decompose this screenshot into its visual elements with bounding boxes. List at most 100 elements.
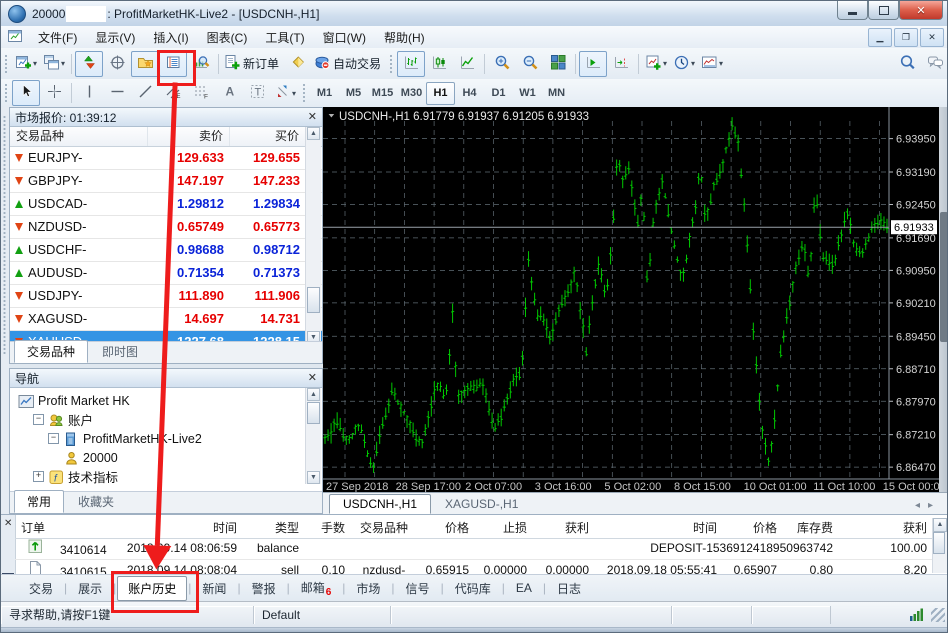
child-minimize-button[interactable]: ▁ — [868, 28, 892, 47]
toolbar-new-order-button[interactable]: 新订单 — [222, 51, 284, 77]
terminal-tab-邮箱[interactable]: 邮箱6 — [291, 576, 342, 601]
column-header[interactable]: 卖价 — [148, 127, 230, 146]
toolbar-equidistant-channel-button[interactable]: E — [159, 80, 187, 106]
timeframe-h1-button[interactable]: H1 — [426, 82, 455, 105]
market-watch-close-icon[interactable]: ✕ — [308, 112, 317, 122]
toolbar-chart-shift-button[interactable] — [607, 51, 635, 77]
menu-窗口W[interactable]: 窗口(W) — [314, 26, 375, 49]
terminal-tab-代码库[interactable]: 代码库 — [445, 577, 501, 600]
toolbar-horizontal-line-button[interactable] — [103, 80, 131, 106]
terminal-column-header[interactable]: 库存费 — [783, 518, 839, 538]
terminal-column-header[interactable]: 订单 — [15, 518, 105, 538]
toolbar-vertical-line-button[interactable] — [75, 80, 103, 106]
collapse-icon[interactable]: − — [33, 414, 44, 425]
market-watch-row-audusd[interactable]: AUDUSD-0.713540.71373 — [10, 262, 322, 285]
terminal-column-header[interactable]: 止损 — [475, 518, 533, 538]
toolbar-tile-windows-button[interactable] — [544, 51, 572, 77]
toolbar-metaeditor-button[interactable] — [284, 51, 312, 77]
toolbar-chat-button[interactable] — [921, 51, 948, 77]
resize-grip[interactable] — [931, 608, 945, 622]
toolbar-profiles-button[interactable]: ▾ — [40, 51, 68, 77]
timeframe-m1-button[interactable]: M1 — [310, 82, 339, 105]
toolbar-data-window-button[interactable] — [103, 51, 131, 77]
toolbar-text-label-button[interactable]: T — [243, 80, 271, 106]
scroll-up-icon[interactable]: ▲ — [307, 127, 320, 140]
terminal-close-icon[interactable]: ✕ — [4, 518, 12, 529]
toolbar-bar-chart-button[interactable] — [397, 51, 425, 77]
terminal-tab-新闻[interactable]: 新闻 — [192, 577, 236, 600]
menu-插入I[interactable]: 插入(I) — [144, 26, 197, 49]
market-watch-scrollbar[interactable]: ▲ ▼ — [305, 127, 321, 344]
dropdown-caret-icon[interactable]: ▾ — [33, 59, 37, 68]
collapse-icon[interactable]: − — [48, 433, 59, 444]
terminal-column-header[interactable]: 获利 — [839, 518, 933, 538]
toolbar-autotrading-button[interactable]: 自动交易 — [312, 51, 386, 77]
terminal-tab-账户历史[interactable]: 账户历史 — [117, 576, 187, 601]
toolbar-market-watch-button[interactable] — [75, 51, 103, 77]
column-header[interactable]: 交易品种 — [10, 127, 148, 146]
navigator-close-icon[interactable]: ✕ — [308, 373, 317, 383]
timeframe-d1-button[interactable]: D1 — [484, 82, 513, 105]
scroll-up-icon[interactable]: ▲ — [933, 518, 947, 532]
navigator-node-账户[interactable]: −账户 — [14, 410, 322, 429]
dock-handle[interactable] — [1, 107, 9, 514]
toolbar-fibonacci-button[interactable]: F — [187, 80, 215, 106]
terminal-tab-ea[interactable]: EA — [506, 578, 542, 598]
market-watch-row-eurjpy[interactable]: EURJPY-129.633129.655 — [10, 147, 322, 170]
market-watch-tab-tick-chart[interactable]: 即时图 — [89, 340, 151, 363]
child-close-button[interactable]: ✕ — [920, 28, 944, 47]
terminal-tab-市场[interactable]: 市场 — [346, 577, 390, 600]
expand-icon[interactable]: + — [33, 471, 44, 482]
terminal-header-row[interactable]: 订单时间类型手数交易品种价格止损获利时间价格库存费获利 — [15, 518, 933, 539]
close-button[interactable]: ✕ — [899, 1, 943, 20]
navigator-node-20000[interactable]: 20000 — [14, 448, 322, 467]
toolbar-arrows-tool-button[interactable]: ▾ — [271, 80, 299, 106]
toolbar-zoom-out-button[interactable] — [516, 51, 544, 77]
terminal-history-row[interactable]: 34106142018.09.14 08:06:59balanceDEPOSIT… — [15, 538, 933, 560]
menu-显示V[interactable]: 显示(V) — [86, 26, 144, 49]
dropdown-caret-icon[interactable]: ▾ — [719, 59, 723, 68]
dropdown-caret-icon[interactable]: ▾ — [292, 89, 296, 98]
toolbar-periods-button[interactable]: ▾ — [670, 51, 698, 77]
terminal-tab-展示[interactable]: 展示 — [68, 577, 112, 600]
toolbar-auto-scroll-button[interactable] — [579, 51, 607, 77]
market-watch-row-nzdusd[interactable]: NZDUSD-0.657490.65773 — [10, 216, 322, 239]
terminal-scrollbar[interactable]: ▲ — [932, 518, 947, 573]
timeframe-w1-button[interactable]: W1 — [513, 82, 542, 105]
dropdown-caret-icon[interactable]: ▾ — [663, 59, 667, 68]
terminal-tab-信号[interactable]: 信号 — [396, 577, 440, 600]
column-header[interactable]: 买价 — [230, 127, 306, 146]
terminal-history-row[interactable]: 34106152018.09.14 08:08:04sell0.10nzdusd… — [15, 560, 933, 575]
toolbar-line-chart-button[interactable] — [453, 51, 481, 77]
timeframe-m30-button[interactable]: M30 — [397, 82, 426, 105]
market-watch-tab-symbols[interactable]: 交易品种 — [14, 340, 88, 363]
title-bar[interactable]: 20000 : ProfitMarketHK-Live2 - [USDCNH-,… — [1, 1, 948, 27]
toolbar-search-button[interactable] — [893, 51, 921, 77]
toolbar-cursor-button[interactable] — [12, 80, 40, 106]
terminal-column-header[interactable]: 时间 — [105, 518, 243, 538]
timeframe-m5-button[interactable]: M5 — [339, 82, 368, 105]
market-watch-row-usdcad[interactable]: USDCAD-1.298121.29834 — [10, 193, 322, 216]
terminal-column-header[interactable]: 价格 — [417, 518, 475, 538]
menu-图表C[interactable]: 图表(C) — [198, 26, 257, 49]
status-profile[interactable]: Default — [254, 606, 391, 624]
market-watch-header[interactable]: 市场报价: 01:39:12 ✕ — [10, 108, 322, 127]
terminal-tab-交易[interactable]: 交易 — [19, 577, 63, 600]
timeframe-h4-button[interactable]: H4 — [455, 82, 484, 105]
navigator-node-技术指标[interactable]: +f技术指标 — [14, 467, 322, 486]
toolbar-terminal-button[interactable] — [159, 51, 187, 77]
terminal-column-header[interactable]: 类型 — [243, 518, 305, 538]
timeframe-m15-button[interactable]: M15 — [368, 82, 397, 105]
market-watch-row-gbpjpy[interactable]: GBPJPY-147.197147.233 — [10, 170, 322, 193]
toolbar-indicators-button[interactable]: ▾ — [642, 51, 670, 77]
chart-tab-scroll-arrows[interactable]: ◂▸ — [915, 500, 948, 511]
terminal-column-header[interactable]: 手数 — [305, 518, 351, 538]
terminal-column-header[interactable]: 价格 — [723, 518, 783, 538]
navigator-tab-common[interactable]: 常用 — [14, 490, 64, 513]
navigator-header[interactable]: 导航 ✕ — [10, 369, 322, 388]
toolbar-candlestick-chart-button[interactable] — [425, 51, 453, 77]
navigator-scrollbar[interactable]: ▲ ▼ — [305, 388, 321, 484]
child-restore-button[interactable]: ❐ — [894, 28, 918, 47]
chart-scrollbar[interactable] — [939, 107, 948, 492]
terminal-tab-日志[interactable]: 日志 — [547, 577, 591, 600]
